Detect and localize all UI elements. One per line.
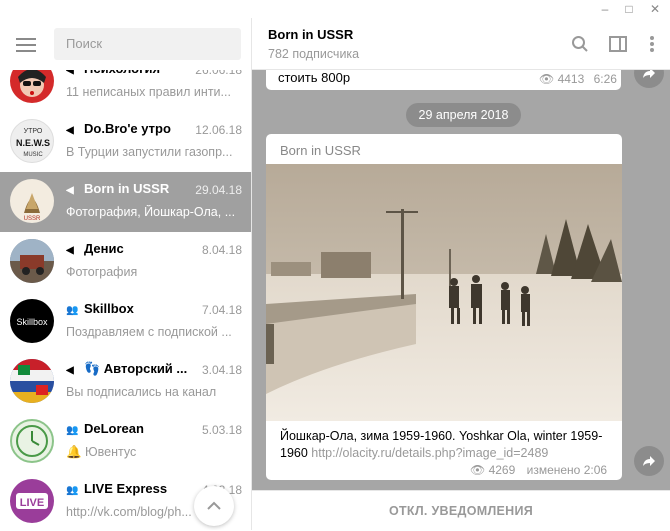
conversation-header: Born in USSR 782 подписчика — [252, 18, 670, 70]
chat-preview: В Турции запустили газопр... — [66, 145, 233, 159]
chat-preview: 🔔 Ювентус — [66, 445, 137, 459]
mute-notifications-button[interactable]: ОТКЛ. УВЕДОМЛЕНИЯ — [252, 490, 670, 530]
chat-name: Денис — [84, 241, 124, 256]
chat-name: LIVE Express — [84, 481, 168, 496]
post-photo[interactable] — [266, 164, 622, 421]
channel-post: Born in USSR Йошкар-Ола, зима 1959-1960.… — [266, 134, 622, 480]
window-titlebar: – □ ✕ — [0, 0, 670, 18]
svg-text:USSR: USSR — [24, 216, 41, 222]
chat-preview: Фотография — [66, 265, 138, 279]
view-count: 4413 — [557, 72, 585, 86]
svg-text:LIVE: LIVE — [20, 497, 44, 509]
chat-name: 👣 Авторский ... — [84, 361, 188, 376]
chat-date: 8.04.18 — [201, 243, 242, 257]
chat-preview: 11 неписаных правил инти... — [66, 85, 231, 99]
chat-name: Skillbox — [84, 301, 134, 316]
group-icon: 👥 — [66, 425, 79, 436]
search-icon[interactable] — [570, 34, 590, 54]
megaphone-icon: ◀ — [66, 245, 74, 256]
post-caption: Йошкар-Ола, зима 1959-1960. Yoshkar Ola,… — [280, 428, 610, 462]
chat-item-dobroe-utro[interactable]: УТРО N.E.W.S MUSIC ◀ Do.Bro'e утро 12.06.18… — [0, 112, 251, 172]
chat-name: Do.Bro'e утро — [84, 121, 171, 136]
eye-icon: 👁 — [539, 72, 555, 86]
avatar: УТРО N.E.W.S MUSIC — [10, 119, 54, 163]
avatar: USSR — [10, 179, 54, 223]
chat-preview: Поздравляем с подпиской ... — [66, 325, 232, 339]
eye-icon: 👁 — [470, 463, 486, 477]
avatar — [10, 419, 54, 463]
minimize-button[interactable]: – — [594, 0, 616, 18]
close-button[interactable]: ✕ — [644, 0, 666, 18]
chat-preview: Вы подписались на канал — [66, 385, 217, 399]
svg-text:MUSIC: MUSIC — [23, 152, 43, 158]
message-time: 6:26 — [593, 72, 617, 86]
search-input[interactable]: Поиск — [54, 28, 241, 60]
chat-name: DeLorean — [84, 421, 144, 436]
chat-date: 7.04.18 — [201, 303, 242, 317]
conversation-panel: Born in USSR 782 подписчика стоить 800р … — [252, 18, 670, 530]
megaphone-icon: ◀ — [66, 125, 74, 136]
chat-item-born-in-ussr[interactable]: USSR ◀ Born in USSR 29.04.18 Фотография, … — [0, 172, 251, 232]
date-badge: 29 апреля 2018 — [406, 103, 521, 127]
chat-list-panel: Поиск ◀Психология 26.06.18 11 неписаных … — [0, 18, 252, 530]
post-meta: 👁 4269 изменено 2:06 — [470, 463, 607, 477]
subscriber-count: 782 подписчика — [268, 47, 360, 61]
svg-text:УТРО: УТРО — [24, 128, 43, 135]
chat-item-skillbox[interactable]: Skillbox 👥 Skillbox 7.04.18 Поздравляем с… — [0, 292, 251, 352]
chat-item-denis[interactable]: ◀ Денис 8.04.18 Фотография — [0, 232, 251, 292]
chevron-up-icon — [207, 501, 221, 510]
chat-name: Born in USSR — [84, 181, 170, 196]
chat-date: 12.06.18 — [195, 123, 242, 137]
caption-link[interactable]: http://olacity.ru/details.php?image_id=2… — [311, 446, 548, 460]
edited-time: изменено 2:06 — [526, 463, 608, 477]
message-text: стоить 800р — [278, 70, 351, 85]
svg-text:N.E.W.S: N.E.W.S — [16, 138, 50, 148]
post-author[interactable]: Born in USSR — [280, 143, 361, 158]
avatar — [10, 239, 54, 283]
scroll-up-button[interactable] — [194, 486, 234, 526]
megaphone-icon: ◀ — [66, 185, 74, 196]
more-options-icon[interactable] — [642, 34, 662, 54]
maximize-button[interactable]: □ — [618, 0, 640, 18]
message-meta: 👁 4413 6:26 — [539, 72, 617, 86]
avatar — [10, 359, 54, 403]
menu-icon[interactable] — [16, 38, 36, 52]
avatar: Skillbox — [10, 299, 54, 343]
channel-title[interactable]: Born in USSR — [268, 27, 353, 42]
chat-preview: Фотография, Йошкар-Ола, ... — [66, 205, 236, 219]
chat-item-avtorsky[interactable]: ◀ 👣 Авторский ... 3.04.18 Вы подписались … — [0, 352, 251, 412]
forward-icon — [643, 456, 655, 466]
group-icon: 👥 — [66, 485, 79, 496]
megaphone-icon: ◀ — [66, 365, 74, 376]
sidebar-toggle-icon[interactable] — [608, 34, 628, 54]
svg-text:Skillbox: Skillbox — [16, 317, 48, 327]
group-icon: 👥 — [66, 305, 79, 316]
message-bubble: стоить 800р 👁 4413 6:26 — [266, 68, 621, 90]
forward-button[interactable] — [634, 446, 664, 476]
chat-date: 5.03.18 — [201, 423, 242, 437]
avatar: LIVE — [10, 479, 54, 523]
chat-date: 3.04.18 — [201, 363, 242, 377]
view-count: 4269 — [488, 463, 516, 477]
chat-date: 29.04.18 — [195, 183, 242, 197]
chat-item-delorean[interactable]: 👥 DeLorean 5.03.18 🔔 Ювентус — [0, 412, 251, 472]
sidebar-header: Поиск — [0, 18, 251, 70]
